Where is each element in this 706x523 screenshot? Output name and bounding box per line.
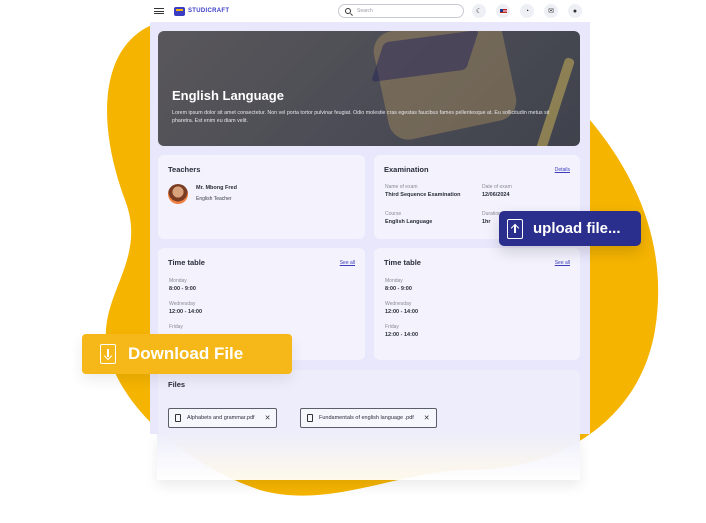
timetable-time: 12:00 - 14:00 bbox=[385, 332, 419, 338]
file-name: Alphabets and grammar.pdf bbox=[187, 415, 255, 421]
timetable-day: Wednesday bbox=[169, 301, 196, 307]
course-label: Course bbox=[385, 211, 402, 217]
download-label: Download File bbox=[128, 344, 244, 363]
timetable-time: 8:00 - 9:00 bbox=[169, 286, 196, 292]
top-navbar: STUDICRAFT Search ☾ ◔ ✉ ● bbox=[148, 0, 588, 22]
download-file-button[interactable]: Download File bbox=[82, 334, 292, 374]
examination-title: Examination bbox=[384, 165, 429, 174]
file-name: Fundamentals of english language .pdf bbox=[319, 415, 414, 421]
brand-name: STUDICRAFT bbox=[188, 8, 230, 14]
details-link[interactable]: Details bbox=[555, 167, 570, 173]
teacher-name[interactable]: Mr. Mbong Fred bbox=[196, 185, 237, 191]
timetable-day: Monday bbox=[169, 278, 187, 284]
exam-name-label: Name of exam bbox=[385, 184, 418, 190]
file-chip[interactable]: Alphabets and grammar.pdf ✕ bbox=[168, 408, 278, 428]
timetable-title: Time table bbox=[168, 258, 205, 267]
course-description: Lorem ipsum dolor sit amet consectetur. … bbox=[172, 110, 550, 124]
upload-icon bbox=[507, 218, 523, 239]
upload-file-button[interactable]: upload file... bbox=[499, 211, 641, 246]
exam-date-label: Date of exam bbox=[482, 184, 512, 190]
timetable-time: 8:00 - 9:00 bbox=[385, 286, 412, 292]
search-input[interactable]: Search bbox=[338, 4, 464, 18]
duration-value: 1hr bbox=[482, 219, 491, 225]
upload-label: upload file... bbox=[533, 220, 621, 237]
search-placeholder: Search bbox=[357, 8, 373, 14]
timetable-card-right: Time table See all Monday 8:00 - 9:00 We… bbox=[374, 248, 580, 360]
pencil-image bbox=[534, 56, 576, 146]
logo-icon bbox=[174, 6, 185, 16]
teachers-card: Teachers Mr. Mbong Fred English Teacher bbox=[158, 155, 365, 239]
timetable-title: Time table bbox=[384, 258, 421, 267]
file-icon bbox=[175, 414, 181, 422]
close-icon[interactable]: ✕ bbox=[265, 414, 271, 422]
bell-icon[interactable]: ◔ bbox=[520, 4, 534, 18]
user-icon[interactable]: ● bbox=[568, 4, 582, 18]
timetable-day: Friday bbox=[385, 324, 399, 330]
brand-logo[interactable]: STUDICRAFT bbox=[174, 6, 230, 16]
exam-date-value: 12/06/2024 bbox=[482, 192, 510, 198]
download-icon bbox=[100, 344, 116, 364]
timetable-time: 12:00 - 14:00 bbox=[169, 309, 203, 315]
teacher-role: English Teacher bbox=[196, 196, 232, 202]
avatar[interactable] bbox=[168, 184, 188, 204]
timetable-day: Monday bbox=[385, 278, 403, 284]
close-icon[interactable]: ✕ bbox=[424, 414, 430, 422]
files-title: Files bbox=[168, 380, 186, 389]
course-title: English Language bbox=[172, 88, 284, 103]
teachers-title: Teachers bbox=[168, 165, 201, 174]
page-fade bbox=[157, 434, 580, 480]
course-value: English Language bbox=[385, 219, 433, 225]
see-all-link[interactable]: See all bbox=[340, 260, 355, 266]
see-all-link[interactable]: See all bbox=[555, 260, 570, 266]
file-icon bbox=[307, 414, 313, 422]
mail-icon[interactable]: ✉ bbox=[544, 4, 558, 18]
search-icon bbox=[345, 8, 351, 14]
exam-name-value: Third Sequence Examination bbox=[385, 192, 461, 198]
flag-icon[interactable] bbox=[496, 4, 510, 18]
course-hero: English Language Lorem ipsum dolor sit a… bbox=[158, 31, 580, 146]
file-chip[interactable]: Fundamentals of english language .pdf ✕ bbox=[300, 408, 437, 428]
timetable-time: 12:00 - 14:00 bbox=[385, 309, 419, 315]
menu-icon[interactable] bbox=[154, 6, 164, 16]
theme-toggle-icon[interactable]: ☾ bbox=[472, 4, 486, 18]
timetable-day: Friday bbox=[169, 324, 183, 330]
timetable-day: Wednesday bbox=[385, 301, 412, 307]
